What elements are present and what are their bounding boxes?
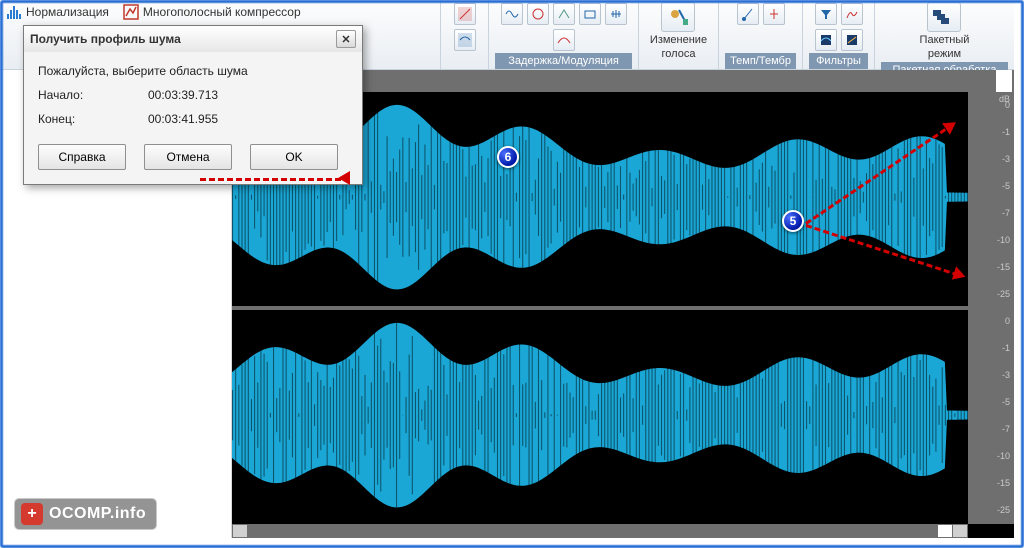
db-tick: -15	[997, 262, 1010, 272]
noise-profile-dialog: Получить профиль шума ✕ Пожалуйста, выбе…	[23, 25, 363, 185]
ok-button[interactable]: OK	[250, 144, 338, 170]
section-tempo-label[interactable]: Темп/Тембр	[725, 53, 796, 69]
delay-icon-4[interactable]	[579, 3, 601, 25]
tool-normalization-label: Нормализация	[26, 5, 109, 19]
watermark: + OCOMP.info	[14, 498, 157, 530]
help-button[interactable]: Справка	[38, 144, 126, 170]
db-tick: -1	[1002, 343, 1010, 353]
hscroll-arrow-left[interactable]	[233, 525, 247, 537]
db-tick: -3	[1002, 154, 1010, 164]
db-scale: dB 0-1-3-5-7-10-15-25 0-1-3-5-7-10-15-25	[968, 92, 1014, 524]
tool-mbcomp-label: Многополосный компрессор	[143, 5, 301, 19]
end-value: 00:03:41.955	[148, 112, 218, 126]
batch-label1: Пакетный	[920, 34, 970, 46]
db-tick: -3	[1002, 370, 1010, 380]
batch-mode-icon[interactable]	[927, 2, 961, 32]
norm-icon	[6, 4, 22, 20]
fx-icon-1[interactable]	[454, 3, 476, 25]
group-extra-icons	[440, 0, 488, 69]
start-value: 00:03:39.713	[148, 88, 218, 102]
section-delay-label[interactable]: Задержка/Модуляция	[495, 53, 632, 69]
db-tick: -5	[1002, 181, 1010, 191]
ribbon-groups: Задержка/Модуляция Изменение голоса Темп…	[440, 0, 1014, 69]
cancel-button[interactable]: Отмена	[144, 144, 232, 170]
delay-icon-3[interactable]	[553, 3, 575, 25]
group-delay-modulation: Задержка/Модуляция	[488, 0, 638, 69]
db-tick: -7	[1002, 208, 1010, 218]
watermark-text: OCOMP.info	[49, 505, 146, 523]
delay-icon-2[interactable]	[527, 3, 549, 25]
fx-icon-2[interactable]	[454, 29, 476, 51]
hscroll-thumb[interactable]	[938, 525, 952, 537]
tempo-icon-1[interactable]	[737, 3, 759, 25]
delay-icon-1[interactable]	[501, 3, 523, 25]
delay-icon-6[interactable]	[553, 29, 575, 51]
dialog-title: Получить профиль шума	[30, 32, 181, 46]
voice-change-label2: голоса	[662, 48, 696, 60]
mbcomp-icon	[123, 4, 139, 20]
time-ruler-selection-handle[interactable]	[996, 70, 1012, 92]
group-tempo: Темп/Тембр	[718, 0, 802, 69]
db-tick: -1	[1002, 127, 1010, 137]
hscroll-arrow-right[interactable]	[953, 525, 967, 537]
db-tick: -5	[1002, 397, 1010, 407]
close-icon: ✕	[341, 33, 350, 46]
filter-icon-4[interactable]	[841, 29, 863, 51]
horizontal-scrollbar[interactable]	[232, 524, 968, 538]
start-label: Начало:	[38, 88, 148, 102]
filter-icon-2[interactable]	[841, 3, 863, 25]
db-tick: 0	[1005, 316, 1010, 326]
section-filters-label[interactable]: Фильтры	[809, 53, 868, 69]
watermark-plus-icon: +	[21, 503, 43, 525]
db-tick: -15	[997, 478, 1010, 488]
annotation-marker-5: 5	[782, 210, 804, 232]
dialog-prompt: Пожалуйста, выберите область шума	[38, 64, 348, 78]
group-batch: Пакетный режим Пакетная обработка	[874, 0, 1014, 69]
annotation-arrowhead-6	[338, 171, 350, 185]
tool-normalization[interactable]: Нормализация	[6, 4, 109, 20]
channel-right[interactable]	[232, 310, 968, 524]
group-voice-change[interactable]: Изменение голоса	[638, 0, 718, 69]
voice-change-icon	[661, 2, 695, 32]
annotation-marker-6: 6	[497, 146, 519, 168]
db-tick: -7	[1002, 424, 1010, 434]
db-tick: -25	[997, 289, 1010, 299]
annotation-arrow-6	[200, 178, 350, 181]
filter-icon-3[interactable]	[815, 29, 837, 51]
waveform-right	[232, 310, 968, 520]
tool-multiband-compressor[interactable]: Многополосный компрессор	[123, 4, 301, 20]
db-tick: 0	[1005, 100, 1010, 110]
db-tick: -10	[997, 451, 1010, 461]
tempo-icon-2[interactable]	[763, 3, 785, 25]
dialog-close-button[interactable]: ✕	[336, 30, 356, 48]
group-filters: Фильтры	[802, 0, 874, 69]
db-tick: -25	[997, 505, 1010, 515]
end-label: Конец:	[38, 112, 148, 126]
delay-icon-5[interactable]	[605, 3, 627, 25]
voice-change-label1: Изменение	[650, 34, 707, 46]
batch-label2: режим	[928, 48, 961, 60]
db-tick: -10	[997, 235, 1010, 245]
filter-icon-1[interactable]	[815, 3, 837, 25]
dialog-titlebar[interactable]: Получить профиль шума ✕	[24, 26, 362, 52]
